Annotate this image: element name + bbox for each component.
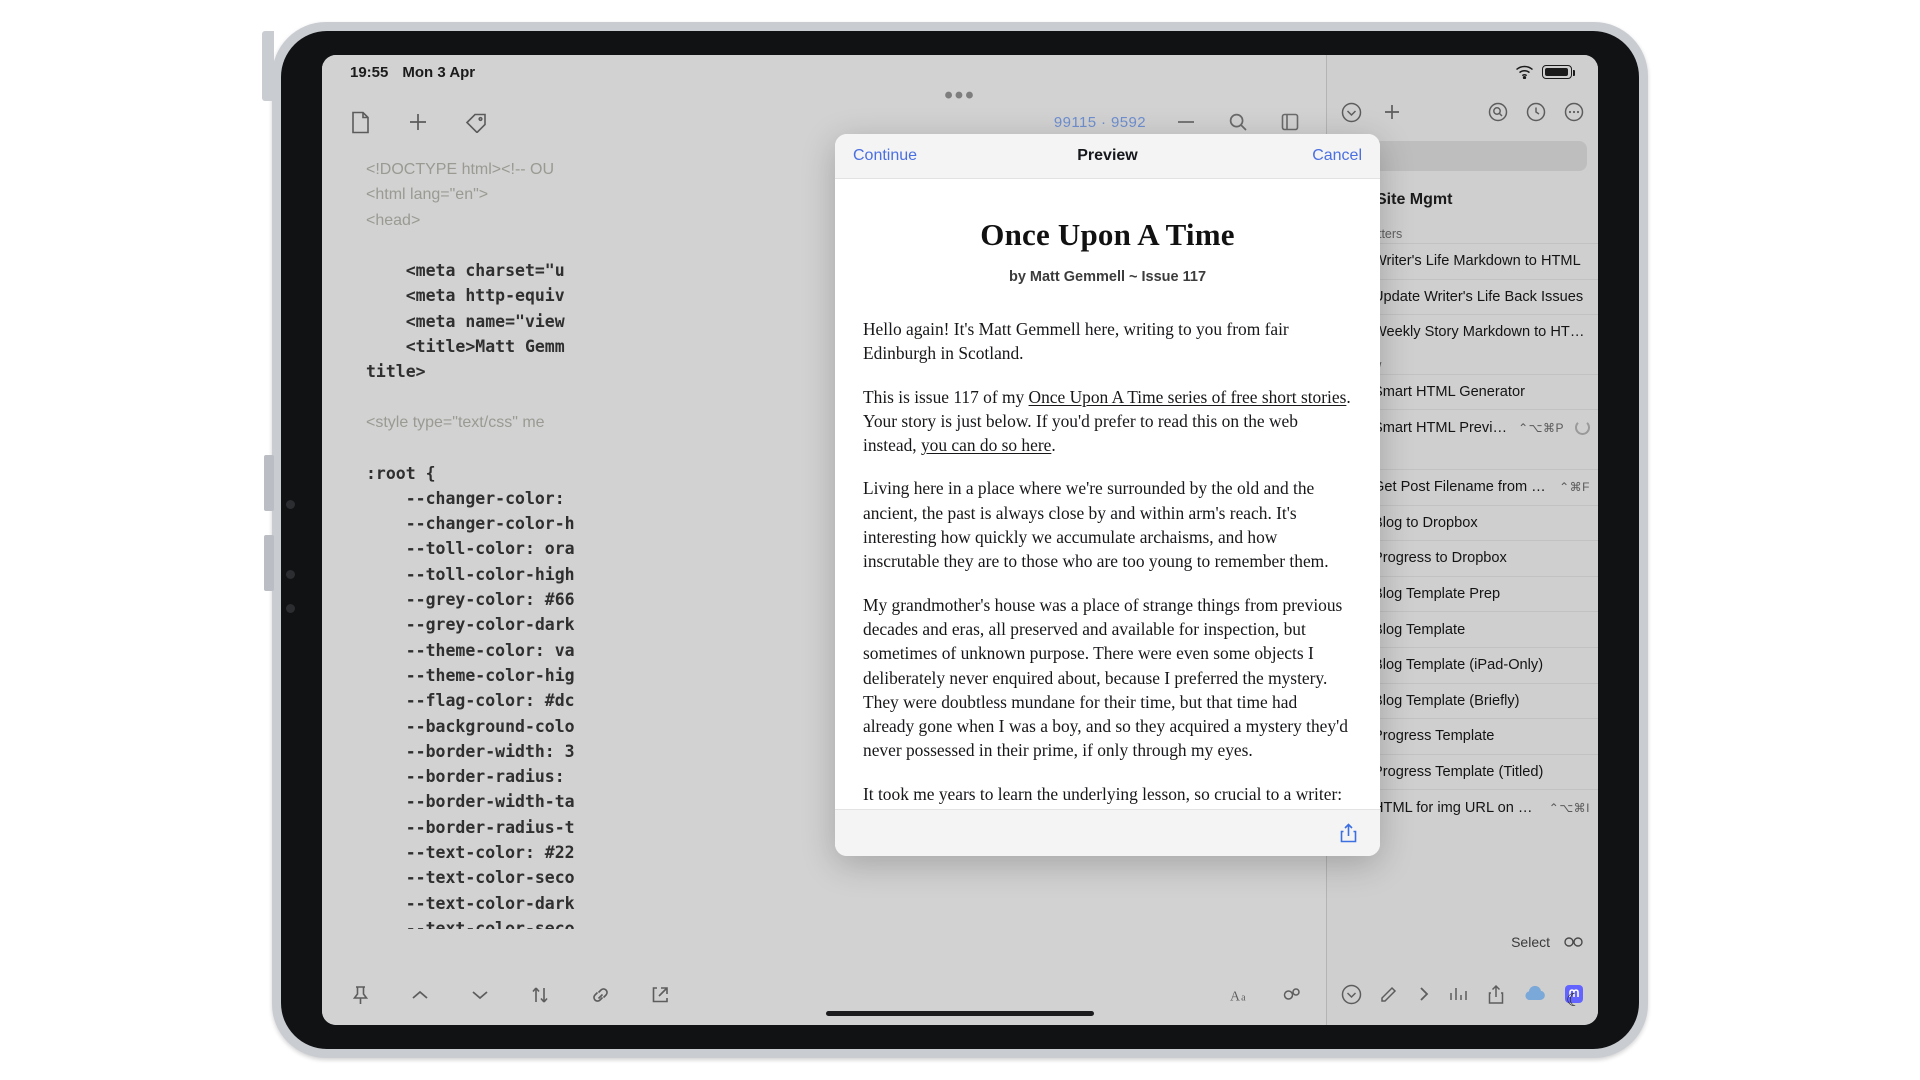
sheet-header: Continue Preview Cancel bbox=[835, 134, 1380, 179]
status-time: 19:55 bbox=[350, 63, 389, 81]
screenshot-root: 99115 · 9592 <!DOCTYPE html><!-- OU <html… bbox=[0, 0, 1920, 1080]
gear-link-icon[interactable] bbox=[1562, 933, 1586, 951]
document-paragraph: My grandmother's house was a place of st… bbox=[863, 594, 1348, 761]
document-paragraph: Living here in a place where we're surro… bbox=[863, 478, 1329, 572]
minus-icon[interactable] bbox=[1174, 109, 1198, 135]
chevron-down-circle-icon[interactable] bbox=[1341, 102, 1362, 123]
battery-icon bbox=[1542, 65, 1575, 79]
preview-document[interactable]: Once Upon A Time by Matt Gemmell ~ Issue… bbox=[835, 179, 1380, 809]
export-icon[interactable] bbox=[648, 982, 672, 1008]
code-line: --text-color-seco bbox=[366, 868, 575, 888]
sensor-dot-2 bbox=[286, 604, 295, 613]
plus-icon[interactable] bbox=[1382, 102, 1402, 122]
settings-icon[interactable] bbox=[1280, 982, 1304, 1008]
keyboard-shortcut: ⌃⌥⌘P bbox=[1518, 420, 1564, 435]
power-button[interactable] bbox=[262, 31, 274, 101]
document-title: Once Upon A Time bbox=[980, 217, 1235, 252]
sidebar-select-row: Select bbox=[1511, 933, 1586, 951]
svg-text:A: A bbox=[1230, 989, 1240, 1004]
code-line: --text-color-dark bbox=[366, 893, 575, 913]
multitasking-control[interactable]: ••• bbox=[944, 84, 975, 108]
editor-bottom-toolbar bbox=[322, 965, 1326, 1025]
select-button[interactable]: Select bbox=[1511, 934, 1550, 950]
document-icon[interactable] bbox=[348, 109, 372, 135]
document-byline: by Matt Gemmell ~ Issue 117 bbox=[1008, 269, 1207, 285]
list-item-label: Get Post Filename from Fro… bbox=[1373, 479, 1548, 496]
compose-icon[interactable] bbox=[1379, 984, 1399, 1004]
sort-icon[interactable] bbox=[528, 982, 552, 1008]
list-item-label: Weekly Story Markdown to HTML bbox=[1373, 324, 1590, 341]
sidebar-top-toolbar bbox=[1327, 89, 1598, 135]
list-item-label: Progress to Dropbox bbox=[1373, 550, 1507, 567]
search-icon[interactable] bbox=[1226, 109, 1250, 135]
sensor-dot-1 bbox=[286, 570, 295, 579]
chevron-up-icon[interactable] bbox=[408, 982, 432, 1008]
ipad-screen: 99115 · 9592 <!DOCTYPE html><!-- OU <html… bbox=[322, 55, 1598, 1025]
share-icon[interactable] bbox=[1487, 984, 1505, 1005]
list-item-label: Progress Template bbox=[1373, 728, 1495, 745]
sidebar-item-label: Site Mgmt bbox=[1376, 191, 1453, 208]
share-icon[interactable] bbox=[1339, 822, 1358, 844]
document-paragraph: This is issue 117 of my Once Upon A Time… bbox=[863, 386, 1351, 456]
more-circle-icon[interactable] bbox=[1564, 102, 1584, 122]
cancel-button[interactable]: Cancel bbox=[1312, 147, 1362, 165]
chevron-down-icon[interactable] bbox=[468, 982, 492, 1008]
keyboard-shortcut: ⌃⌘F bbox=[1559, 480, 1590, 495]
front-camera bbox=[286, 500, 295, 509]
chevron-down-circle-icon[interactable] bbox=[1341, 984, 1362, 1005]
list-item-label: HTML for img URL on Clipbo… bbox=[1373, 799, 1538, 816]
document-link[interactable]: you can do so here bbox=[921, 435, 1051, 455]
link-icon[interactable] bbox=[588, 982, 612, 1008]
list-item-label: Update Writer's Life Back Issues bbox=[1373, 288, 1584, 305]
list-item-label: Smart HTML Preview bbox=[1373, 419, 1508, 436]
continue-button[interactable]: Continue bbox=[853, 147, 917, 165]
volume-up-button[interactable] bbox=[264, 455, 274, 511]
editor-bottom-right: Aa bbox=[1230, 965, 1304, 1025]
volume-down-button[interactable] bbox=[264, 535, 274, 591]
document-paragraph: It took me years to learn the underlying… bbox=[863, 783, 1344, 809]
icloud-icon[interactable] bbox=[1523, 985, 1547, 1003]
plus-icon[interactable] bbox=[406, 109, 430, 135]
search-circle-icon[interactable] bbox=[1488, 102, 1508, 122]
list-item-label: Progress Template (Titled) bbox=[1373, 764, 1544, 781]
book-icon[interactable] bbox=[1278, 109, 1302, 135]
list-item-label: Blog Template Prep bbox=[1373, 586, 1501, 603]
sheet-footer bbox=[835, 809, 1380, 856]
status-date: Mon 3 Apr bbox=[402, 63, 476, 81]
keyboard-shortcut: ⌃⌥⌘I bbox=[1548, 800, 1590, 815]
font-size-icon[interactable]: Aa bbox=[1230, 982, 1254, 1008]
wifi-icon bbox=[1515, 65, 1534, 79]
list-item-label: Blog to Dropbox bbox=[1373, 514, 1478, 531]
list-item-label: Writer's Life Markdown to HTML bbox=[1373, 253, 1581, 270]
stats-icon[interactable] bbox=[1448, 984, 1470, 1004]
home-indicator[interactable] bbox=[826, 1011, 1094, 1016]
document-paragraph: Hello again! It's Matt Gemmell here, wri… bbox=[863, 319, 1289, 364]
chevron-right-icon[interactable] bbox=[1417, 984, 1431, 1004]
sidebar-bottom-toolbar bbox=[1327, 963, 1598, 1025]
list-item-label: Blog Template (iPad-Only) bbox=[1373, 657, 1544, 674]
pin-icon[interactable] bbox=[348, 982, 372, 1008]
preview-sheet: Continue Preview Cancel Once Upon A Time… bbox=[835, 134, 1380, 856]
word-count: 99115 · 9592 bbox=[1053, 113, 1146, 131]
clock-icon[interactable] bbox=[1526, 102, 1546, 122]
running-spinner-icon bbox=[1575, 420, 1590, 436]
list-item-label: Smart HTML Generator bbox=[1373, 384, 1525, 401]
svg-text:a: a bbox=[1241, 993, 1246, 1004]
list-item-label: Blog Template (Briefly) bbox=[1373, 692, 1520, 709]
list-item-label: Blog Template bbox=[1373, 621, 1466, 638]
do-not-disturb-icon: ☾ bbox=[1565, 990, 1582, 1010]
document-link[interactable]: Once Upon A Time series of free short st… bbox=[1029, 387, 1347, 407]
code-line: --text-color-seco bbox=[366, 918, 575, 929]
tag-icon[interactable] bbox=[464, 109, 488, 135]
